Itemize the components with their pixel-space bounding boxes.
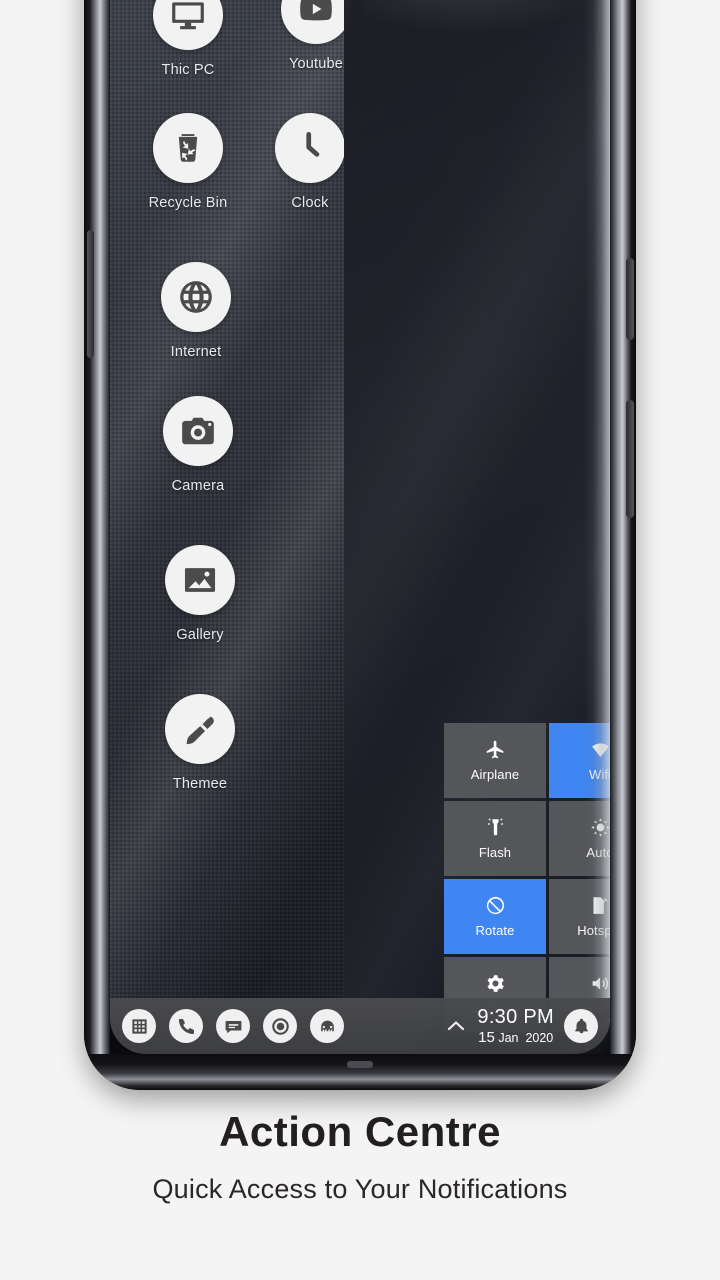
airplane-icon — [486, 740, 503, 759]
quick-tile-label: Rotate — [475, 923, 515, 938]
quick-tile-label: Hotspot — [577, 923, 610, 938]
clock-time: 9:30 PM — [477, 1005, 554, 1028]
game-icon — [320, 1020, 334, 1031]
app-screenshot: Thic PC Youtube Recycle Bin Clock Intern… — [0, 0, 720, 1280]
globe-icon — [161, 262, 231, 332]
clock-year: 2020 — [525, 1030, 554, 1045]
taskbar-expand-button[interactable] — [441, 1011, 471, 1041]
panel-glare — [364, 0, 610, 34]
quick-tile-hotspot[interactable]: Hotspot — [549, 879, 610, 954]
desktop-icon-internet[interactable]: Internet — [142, 262, 250, 360]
phone-bottom-bezel — [84, 1054, 636, 1090]
power-button[interactable] — [626, 258, 634, 340]
clock-date: 15 Jan 2020 — [477, 1028, 554, 1046]
desktop-icon-label: Gallery — [176, 627, 224, 643]
quick-settings-grid: Airplane Wifi Bluetooth Flash — [444, 723, 610, 1032]
desktop-icon-recycle-bin[interactable]: Recycle Bin — [134, 113, 242, 211]
brightness-icon — [590, 818, 610, 837]
monitor-icon — [153, 0, 223, 50]
desktop-icon-label: Internet — [170, 344, 222, 360]
desktop-icon-area: Thic PC Youtube Recycle Bin Clock Intern… — [110, 0, 370, 1054]
grid-icon — [131, 1018, 147, 1034]
quick-tile-label: Auto — [586, 845, 610, 860]
taskbar: 9:30 PM 15 Jan 2020 — [110, 998, 610, 1054]
quick-tile-auto[interactable]: Auto — [549, 801, 610, 876]
desktop-icon-gallery[interactable]: Gallery — [146, 545, 254, 643]
clock-day: 15 — [478, 1028, 495, 1046]
youtube-icon — [281, 0, 351, 44]
recycle-bin-icon — [153, 113, 223, 183]
speaker-icon — [592, 977, 608, 990]
chevron-up-icon — [448, 1021, 465, 1031]
phone-right-bezel — [610, 0, 636, 1090]
taskbar-notification-button[interactable] — [564, 1009, 598, 1043]
quick-tile-label: Wifi — [588, 767, 610, 782]
caption-title: Action Centre — [219, 1108, 501, 1155]
record-icon — [271, 1017, 289, 1035]
quick-tile-rotate[interactable]: Rotate — [444, 879, 546, 954]
phone-screen: Thic PC Youtube Recycle Bin Clock Intern… — [110, 0, 610, 1054]
caption-subtitle: Quick Access to Your Notifications — [152, 1174, 568, 1204]
action-centre-panel: No new notifications Airplane Wifi Bluet… — [344, 0, 610, 1054]
taskbar-game-button[interactable] — [310, 1009, 344, 1043]
desktop-icon-themee[interactable]: Themee — [146, 694, 254, 792]
taskbar-clock[interactable]: 9:30 PM 15 Jan 2020 — [477, 1005, 554, 1046]
taskbar-all-apps-button[interactable] — [122, 1009, 156, 1043]
rotate-icon — [486, 896, 504, 915]
clock-icon — [275, 113, 345, 183]
quick-tile-flash[interactable]: Flash — [444, 801, 546, 876]
desktop-icon-label: Recycle Bin — [148, 195, 228, 211]
paint-roller-icon — [165, 694, 235, 764]
desktop-icon-label: Camera — [171, 478, 225, 494]
desktop-icon-camera[interactable]: Camera — [144, 396, 252, 494]
taskbar-phone-button[interactable] — [169, 1009, 203, 1043]
taskbar-recorder-button[interactable] — [263, 1009, 297, 1043]
wifi-icon — [591, 743, 609, 757]
desktop-icon-label: Themee — [172, 776, 228, 792]
quick-tile-label: Airplane — [470, 767, 520, 782]
phone-device: Thic PC Youtube Recycle Bin Clock Intern… — [84, 0, 636, 1090]
quick-tile-wifi[interactable]: Wifi — [549, 723, 610, 798]
volume-button[interactable] — [87, 230, 94, 358]
bell-icon — [574, 1018, 588, 1033]
hotspot-icon — [593, 897, 607, 914]
quick-tile-airplane[interactable]: Airplane — [444, 723, 546, 798]
message-icon — [225, 1020, 241, 1033]
clock-month: Jan — [498, 1030, 519, 1045]
flashlight-icon — [487, 818, 503, 836]
gallery-icon — [165, 545, 235, 615]
taskbar-messages-button[interactable] — [216, 1009, 250, 1043]
desktop-icon-thic-pc[interactable]: Thic PC — [134, 0, 242, 78]
assistant-button[interactable] — [626, 400, 634, 518]
camera-icon — [163, 396, 233, 466]
phone-icon — [178, 1018, 194, 1034]
quick-tile-label: Flash — [478, 845, 512, 860]
phone-left-bezel — [84, 0, 110, 1090]
gear-icon — [487, 975, 504, 992]
charging-port — [347, 1061, 373, 1068]
desktop-icon-label: Thic PC — [161, 62, 215, 78]
caption-block: Action Centre Quick Access to Your Notif… — [0, 1108, 720, 1205]
